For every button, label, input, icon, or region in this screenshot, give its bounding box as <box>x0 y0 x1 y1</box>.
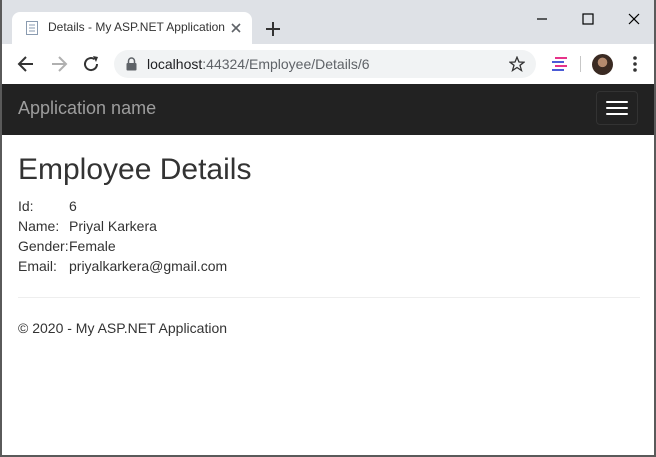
detail-row-id: Id: 6 <box>18 196 642 216</box>
star-icon[interactable] <box>508 55 526 73</box>
detail-label: Email: <box>18 258 57 274</box>
hamburger-icon[interactable] <box>596 91 638 125</box>
close-icon[interactable] <box>229 21 243 35</box>
url-text: localhost:44324/Employee/Details/6 <box>147 56 370 72</box>
browser-window: Details - My ASP.NET Application localho… <box>0 0 656 457</box>
detail-label: Name: <box>18 218 60 234</box>
address-bar[interactable]: localhost:44324/Employee/Details/6 <box>114 50 536 78</box>
detail-value: priyalkarkera@gmail.com <box>69 258 228 274</box>
extension-icon[interactable] <box>550 56 568 72</box>
document-icon <box>26 21 38 35</box>
tab-details[interactable]: Details - My ASP.NET Application <box>12 12 252 44</box>
hamburger-bar <box>606 101 628 103</box>
maximize-icon[interactable] <box>577 8 599 30</box>
detail-value: Priyal Karkera <box>69 218 157 234</box>
employee-details: Id: 6 Name: Priyal Karkera Gender: Femal… <box>18 196 642 276</box>
close-window-icon[interactable] <box>623 8 645 30</box>
page-title: Employee Details <box>18 153 252 186</box>
site-navbar: Application name <box>2 84 654 135</box>
footer-divider <box>18 297 640 298</box>
toolbar-divider <box>580 56 581 72</box>
detail-row-email: Email: priyalkarkera@gmail.com <box>18 256 642 276</box>
detail-label: Id: <box>18 198 34 214</box>
minimize-icon[interactable] <box>531 8 553 30</box>
lock-icon[interactable] <box>126 57 137 71</box>
back-arrow-icon[interactable] <box>16 54 36 74</box>
detail-value: Female <box>69 238 116 254</box>
avatar[interactable] <box>592 54 613 75</box>
detail-row-gender: Gender: Female <box>18 236 642 256</box>
brand-link[interactable]: Application name <box>18 98 156 119</box>
detail-value: 6 <box>69 198 77 214</box>
main-content: Employee Details Id: 6 Name: Priyal Kark… <box>18 150 642 276</box>
forward-arrow-icon[interactable] <box>49 54 69 74</box>
detail-label: Gender: <box>18 238 69 254</box>
tab-title: Details - My ASP.NET Application <box>48 20 225 34</box>
detail-row-name: Name: Priyal Karkera <box>18 216 642 236</box>
hamburger-bar <box>606 107 628 109</box>
kebab-menu-icon[interactable] <box>628 55 642 73</box>
reload-icon[interactable] <box>81 54 101 74</box>
tab-strip: Details - My ASP.NET Application <box>2 0 654 44</box>
plus-icon[interactable] <box>264 20 282 38</box>
footer-text: © 2020 - My ASP.NET Application <box>18 320 228 336</box>
hamburger-bar <box>606 113 628 115</box>
url-host: localhost <box>147 56 203 72</box>
browser-toolbar: localhost:44324/Employee/Details/6 <box>2 44 654 84</box>
url-path: :44324/Employee/Details/6 <box>202 56 370 72</box>
